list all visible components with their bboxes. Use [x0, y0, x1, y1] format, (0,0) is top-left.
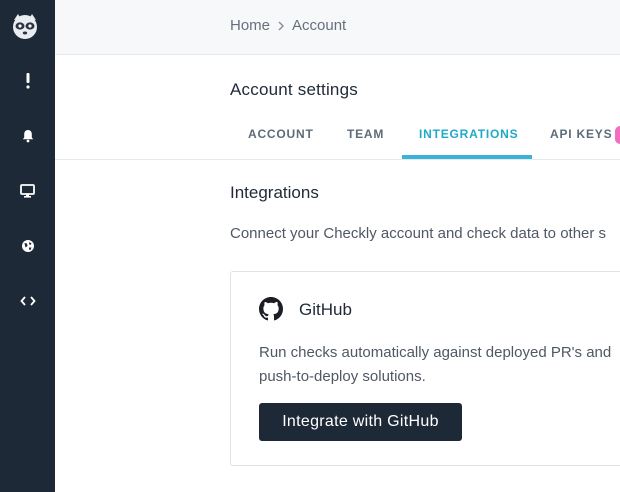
github-integration-card: GitHub Run checks automatically against …: [230, 271, 620, 466]
alert-exclamation-icon: [25, 73, 31, 89]
github-card-description-line-1: Run checks automatically against deploye…: [259, 344, 612, 361]
tab-account[interactable]: ACCOUNT: [248, 127, 314, 141]
bell-icon: [21, 129, 35, 143]
code-brackets-icon: [19, 295, 36, 307]
breadcrumb: Home Account: [230, 17, 346, 34]
github-card-title: GitHub: [299, 300, 352, 319]
chevron-right-icon: [277, 20, 285, 31]
sidebar-item-notifications[interactable]: [0, 116, 55, 156]
github-card-description-line-2: push-to-deploy solutions.: [259, 368, 426, 385]
integrations-description: Connect your Checkly account and check d…: [230, 225, 607, 242]
tab-api-keys[interactable]: API KEYS: [550, 127, 612, 141]
integrate-with-github-button[interactable]: Integrate with GitHub: [259, 403, 462, 441]
tab-team[interactable]: TEAM: [347, 127, 384, 141]
integrations-title: Integrations: [230, 183, 319, 202]
globe-icon: [21, 239, 35, 253]
github-icon: [259, 297, 283, 321]
settings-tabs: ACCOUNT TEAM INTEGRATIONS API KEYS: [55, 116, 620, 160]
tab-integrations[interactable]: INTEGRATIONS: [419, 127, 518, 141]
raccoon-logo-icon[interactable]: [10, 11, 40, 41]
github-card-description: Run checks automatically against deploye…: [259, 341, 620, 389]
sidebar-item-alerts[interactable]: [0, 61, 55, 101]
breadcrumb-current: Account: [292, 17, 347, 34]
sidebar-item-api-checks[interactable]: [0, 226, 55, 266]
monitor-icon: [20, 184, 35, 198]
sidebar-item-code[interactable]: [0, 281, 55, 321]
sidebar: [0, 0, 55, 492]
breadcrumb-home-link[interactable]: Home: [230, 17, 270, 34]
active-tab-indicator: [402, 155, 532, 159]
page-title: Account settings: [230, 80, 358, 99]
sidebar-item-browser-checks[interactable]: [0, 171, 55, 211]
top-bar: Home Account: [55, 0, 620, 55]
api-keys-badge: [615, 126, 620, 144]
